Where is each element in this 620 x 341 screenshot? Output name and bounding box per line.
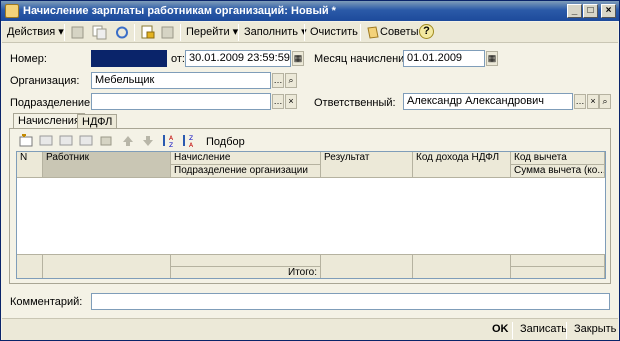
search-icon[interactable]: ⌕ <box>285 73 297 88</box>
dropdown-arrow-icon: ▾ <box>58 26 64 38</box>
date-input[interactable]: 30.01.2009 23:59:59 <box>185 50 291 67</box>
accruals-table[interactable]: N Работник Начисление Подразделение орга… <box>16 151 606 279</box>
toolbar: Действия ▾ Перейти ▾ Заполнить ▾ Очистит… <box>2 22 618 43</box>
delete-row-icon[interactable] <box>79 134 95 148</box>
comment-label: Комментарий: <box>10 296 83 308</box>
copy-document-icon[interactable] <box>92 25 108 40</box>
footer-cell <box>171 254 321 266</box>
end-edit-icon[interactable] <box>99 134 115 148</box>
month-label: Месяц начисления: <box>314 53 414 65</box>
clear-field-icon[interactable]: × <box>285 94 297 109</box>
maximize-button[interactable]: □ <box>583 4 598 18</box>
toolbar-separator <box>304 24 305 41</box>
clear-button[interactable]: Очистить <box>310 24 358 41</box>
edit-row-icon[interactable] <box>59 134 75 148</box>
column-header-number[interactable]: N <box>17 152 43 178</box>
structure-icon[interactable] <box>160 25 176 40</box>
comment-input[interactable] <box>91 293 610 310</box>
search-icon[interactable]: ⌕ <box>599 94 611 109</box>
post-document-icon[interactable] <box>70 25 86 40</box>
refresh-icon[interactable] <box>114 25 130 40</box>
add-row-icon[interactable] <box>19 134 35 148</box>
fill-menu-label: Заполнить <box>244 26 299 38</box>
footer-cell <box>511 254 605 266</box>
document-icon <box>5 4 19 18</box>
document-lock-icon[interactable] <box>140 25 156 40</box>
department-input[interactable] <box>91 93 271 110</box>
ok-button[interactable]: OK <box>488 322 513 338</box>
calendar-icon[interactable]: ▦ <box>486 51 498 66</box>
sort-descending-icon[interactable]: ZA <box>181 134 197 148</box>
column-header-worker[interactable]: Работник <box>43 152 171 178</box>
column-header-deduction-sum[interactable]: Сумма вычета (ко... <box>511 165 605 178</box>
fill-menu[interactable]: Заполнить ▾ <box>244 24 307 41</box>
select-items-button[interactable]: Подбор <box>206 135 245 149</box>
toolbar-separator <box>360 24 361 41</box>
close-window-button[interactable]: × <box>601 4 616 18</box>
toolbar-separator <box>180 24 181 41</box>
window-title: Начисление зарплаты работникам организац… <box>23 5 336 17</box>
department-label: Подразделение: <box>10 97 94 109</box>
close-button[interactable]: Закрыть <box>570 322 620 338</box>
toolbar-separator <box>238 24 239 41</box>
month-input[interactable]: 01.01.2009 <box>403 50 485 67</box>
column-header-deduction-code[interactable]: Код вычета <box>511 152 605 165</box>
select-button[interactable]: … <box>574 94 586 109</box>
column-header-accrual[interactable]: Начисление <box>171 152 321 165</box>
footer-cell <box>17 254 43 278</box>
column-header-ndfl-code[interactable]: Код дохода НДФЛ <box>413 152 511 178</box>
column-header-result[interactable]: Результат <box>321 152 413 178</box>
toolbar-separator <box>512 322 513 339</box>
actions-menu[interactable]: Действия ▾ <box>7 24 64 41</box>
copy-row-icon[interactable] <box>39 134 55 148</box>
footer-cell <box>321 254 413 278</box>
calendar-icon[interactable]: ▦ <box>292 51 304 66</box>
footer-cell <box>511 266 605 278</box>
organization-input[interactable]: Мебельщик <box>91 72 271 89</box>
title-bar: Начисление зарплаты работникам организац… <box>1 1 619 21</box>
select-button[interactable]: … <box>272 73 284 88</box>
select-button[interactable]: … <box>272 94 284 109</box>
footer-total-label: Итого: <box>171 266 321 278</box>
goto-menu-label: Перейти <box>186 26 230 38</box>
clear-field-icon[interactable]: × <box>587 94 599 109</box>
tips-icon <box>367 26 379 39</box>
toolbar-separator <box>64 24 65 41</box>
sort-ascending-icon[interactable]: AZ <box>161 134 177 148</box>
svg-text:A: A <box>169 135 174 142</box>
from-label: от: <box>171 53 185 65</box>
column-header-department[interactable]: Подразделение организации <box>171 165 321 178</box>
move-up-icon[interactable] <box>121 134 135 148</box>
toolbar-separator <box>134 24 135 41</box>
bottom-bar: OK Записать Закрыть <box>2 318 618 340</box>
svg-text:A: A <box>189 142 194 148</box>
svg-text:Z: Z <box>169 142 173 148</box>
tips-button[interactable]: Советы <box>380 24 418 41</box>
number-label: Номер: <box>10 53 47 65</box>
goto-menu[interactable]: Перейти ▾ <box>186 24 238 41</box>
number-input[interactable] <box>91 50 167 67</box>
help-button[interactable]: ? <box>419 24 434 39</box>
document-window: Начисление зарплаты работникам организац… <box>0 0 620 341</box>
minimize-button[interactable]: _ <box>567 4 582 18</box>
footer-cell <box>413 254 511 278</box>
responsible-input[interactable]: Александр Александрович <box>403 93 573 110</box>
footer-cell <box>43 254 171 278</box>
toolbar-separator <box>566 322 567 339</box>
responsible-label: Ответственный: <box>314 97 396 109</box>
actions-menu-label: Действия <box>7 26 56 38</box>
svg-text:Z: Z <box>189 135 193 142</box>
organization-label: Организация: <box>10 75 80 87</box>
move-down-icon[interactable] <box>141 134 155 148</box>
save-button[interactable]: Записать <box>516 322 571 338</box>
